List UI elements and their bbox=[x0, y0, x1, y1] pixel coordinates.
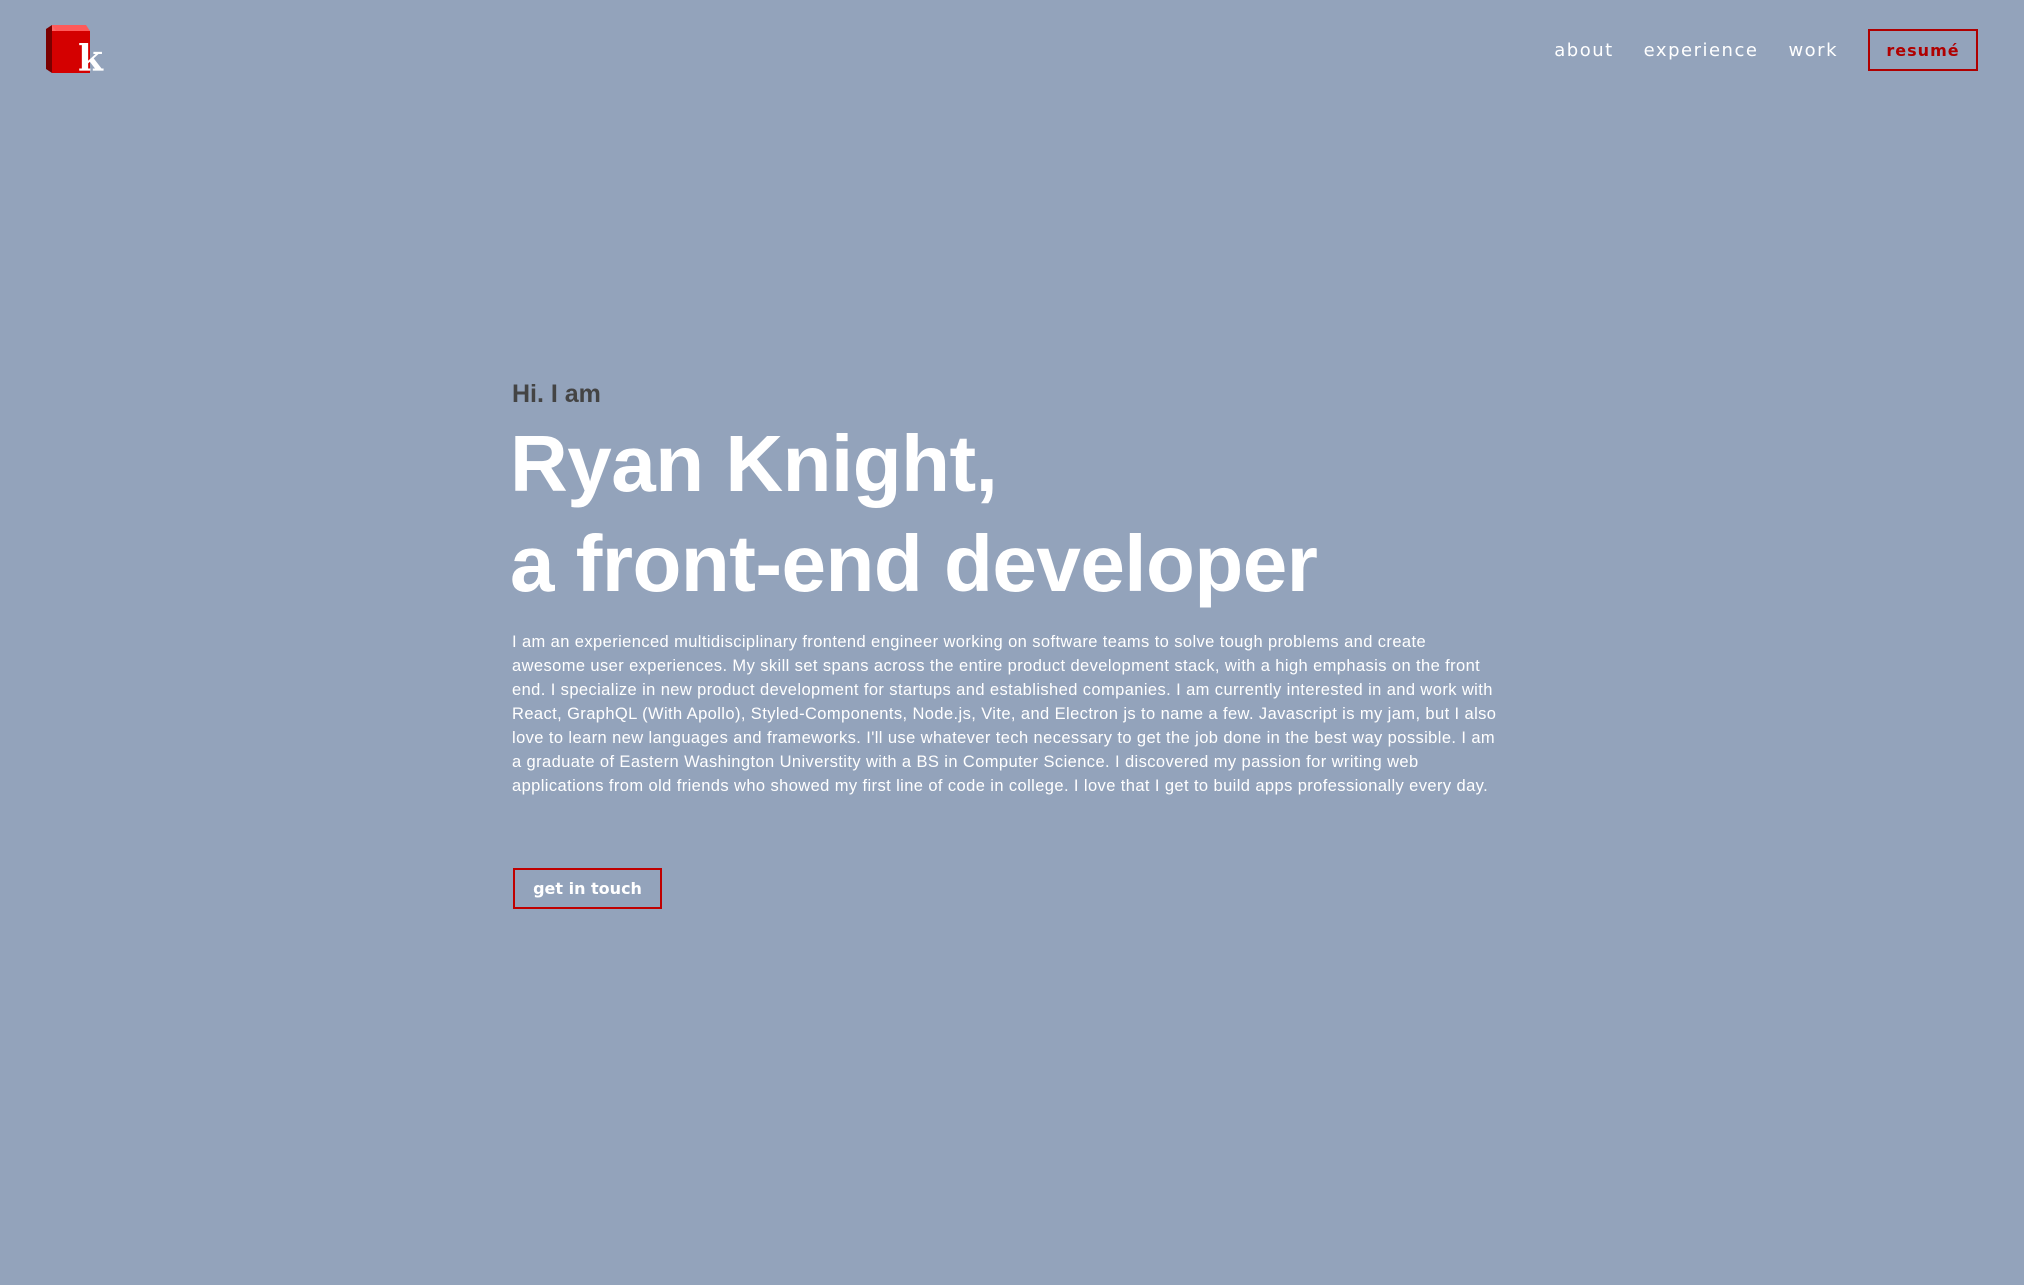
main-nav: about experience work resumé bbox=[1554, 29, 1978, 71]
bio-paragraph: I am an experienced multidisciplinary fr… bbox=[512, 633, 1497, 795]
hero-title: Ryan Knight, a front-end developer bbox=[510, 414, 1502, 614]
hero-section: Hi. I am Ryan Knight, a front-end develo… bbox=[510, 378, 1502, 798]
resume-button[interactable]: resumé bbox=[1868, 29, 1978, 71]
greeting: Hi. I am bbox=[512, 380, 601, 408]
nav-experience[interactable]: experience bbox=[1644, 40, 1759, 61]
logo-cube-icon: k bbox=[46, 25, 104, 80]
get-in-touch-button[interactable]: get in touch bbox=[513, 868, 662, 909]
nav-work[interactable]: work bbox=[1788, 40, 1838, 61]
logo[interactable]: k bbox=[46, 25, 108, 80]
hero-role: a front-end developer bbox=[510, 519, 1318, 608]
nav-about[interactable]: about bbox=[1554, 40, 1613, 61]
hero-name: Ryan Knight, bbox=[510, 419, 998, 508]
svg-text:k: k bbox=[78, 38, 104, 75]
